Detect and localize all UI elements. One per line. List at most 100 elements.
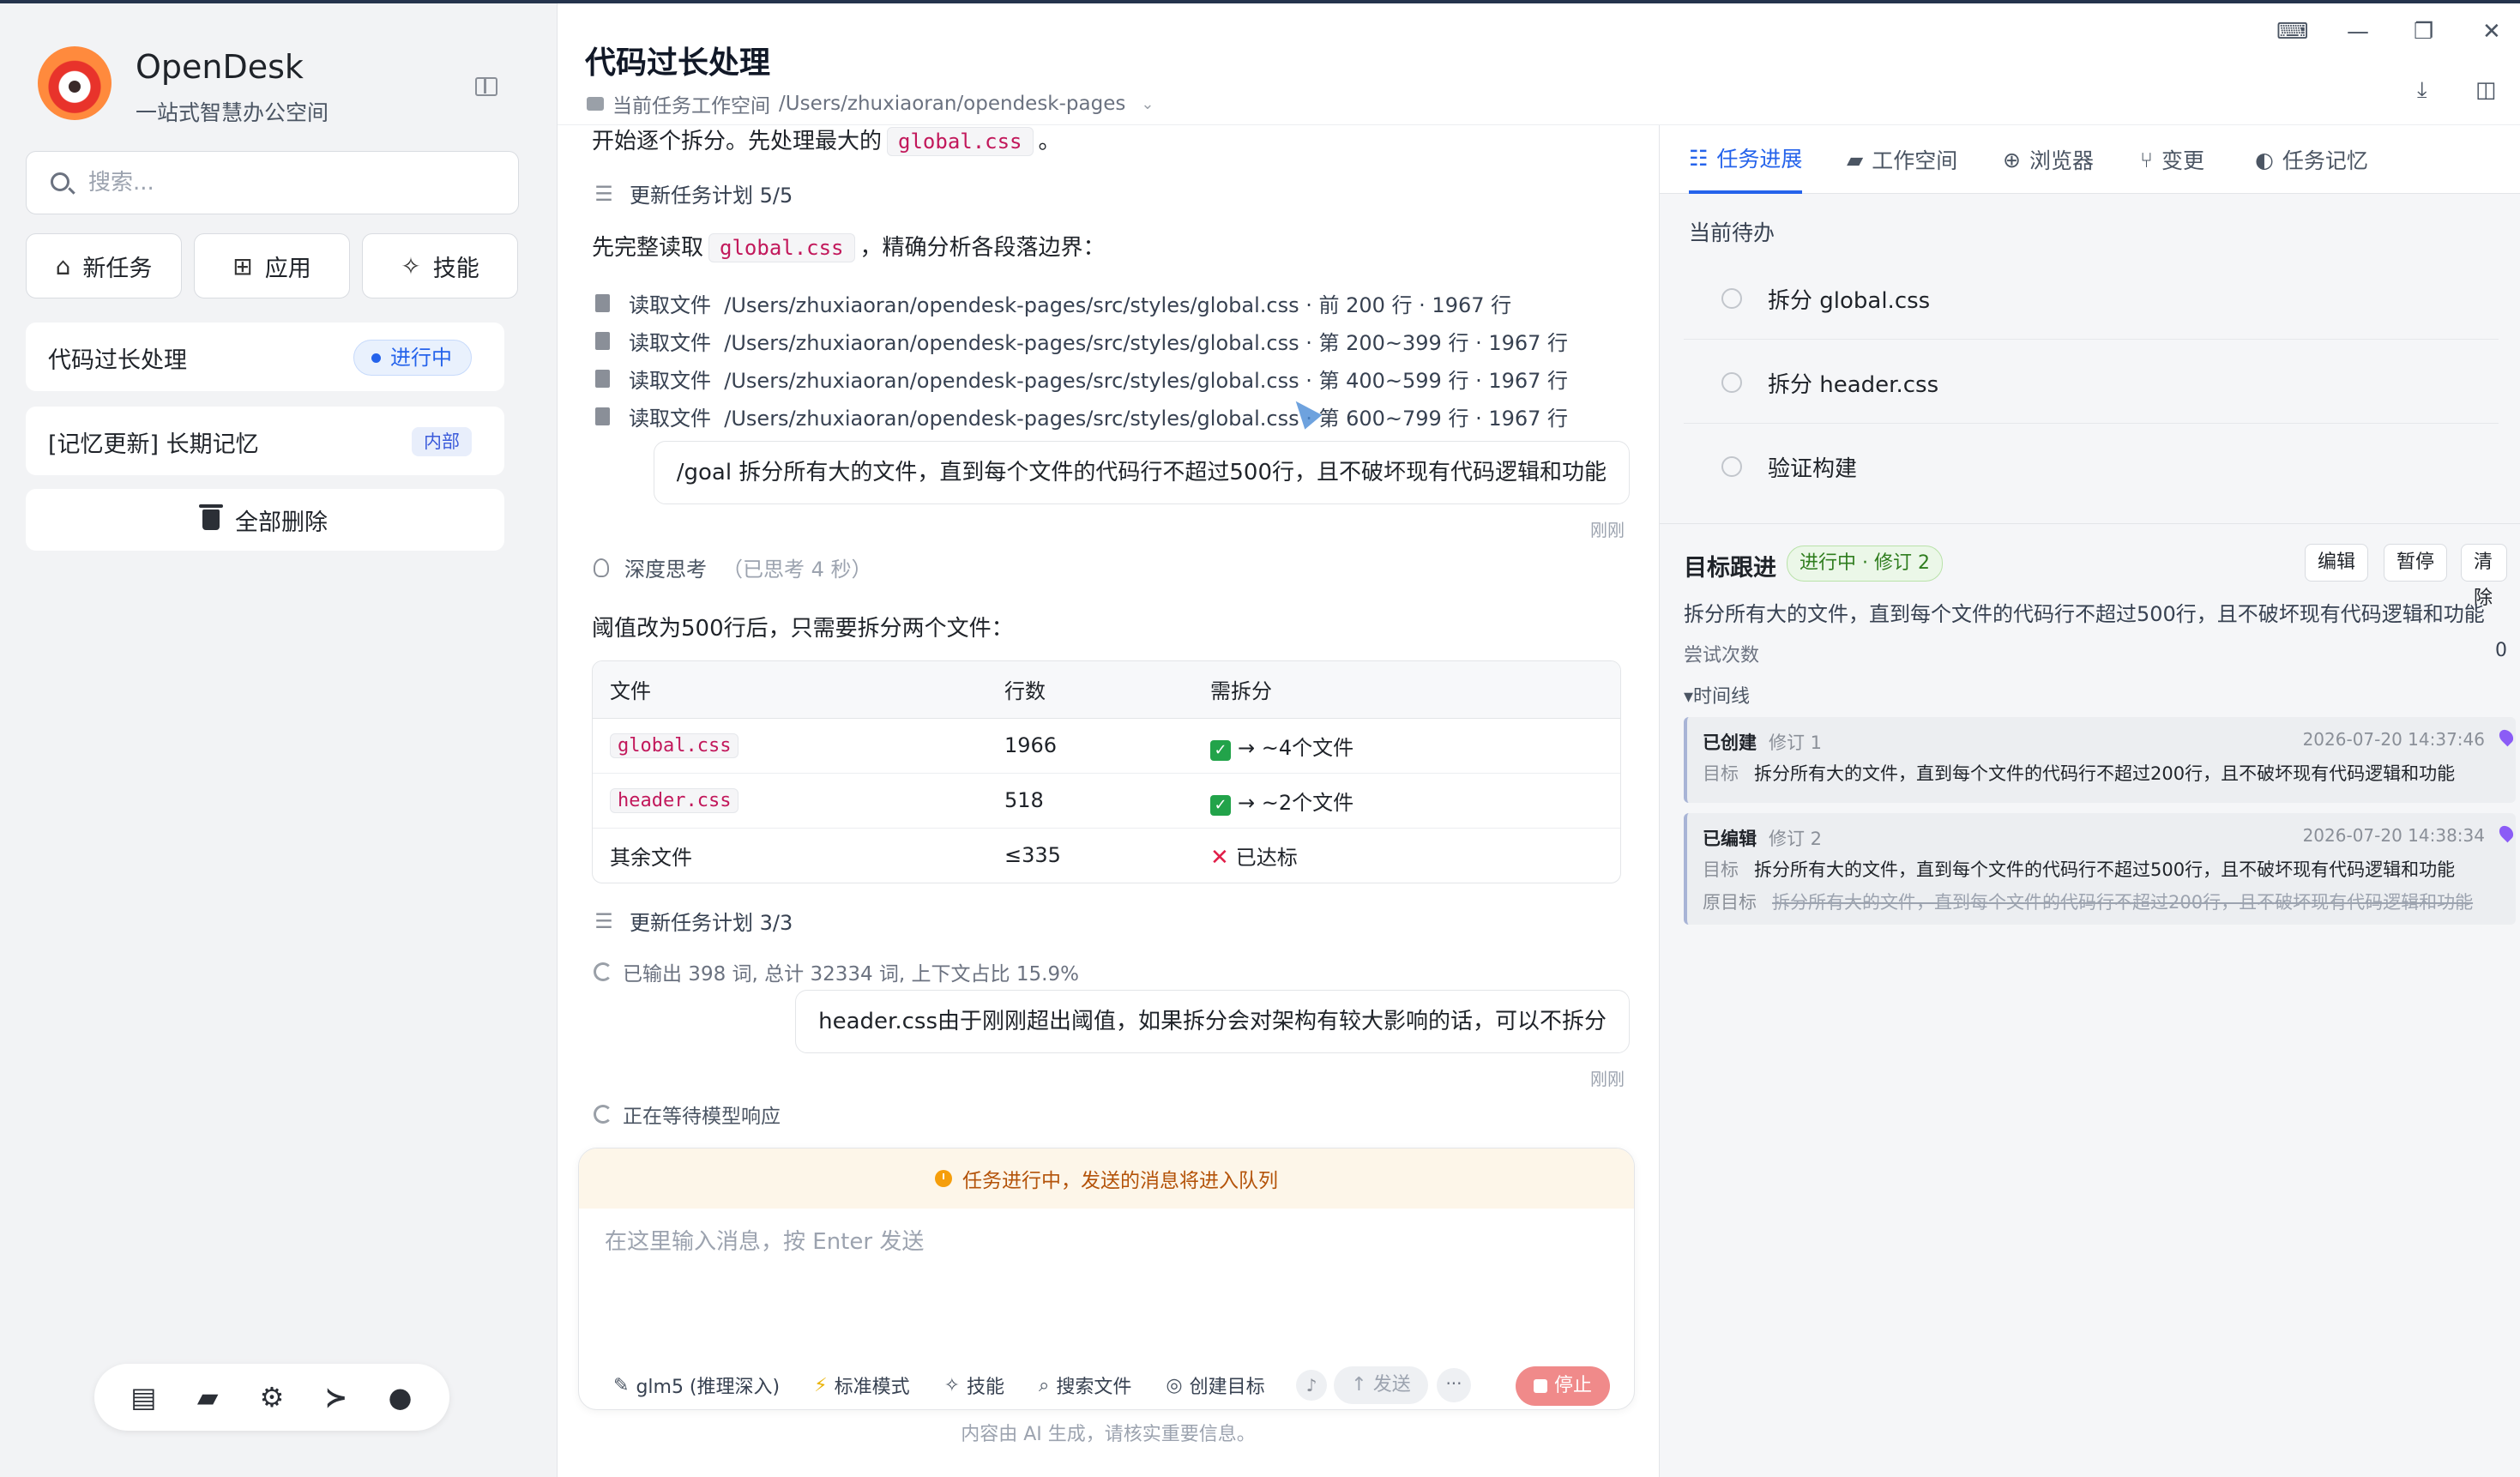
tab-label: 浏览器 bbox=[2029, 148, 2094, 173]
workspace-selector[interactable]: 当前任务工作空间 /Users/zhuxiaoran/opendesk-page… bbox=[587, 89, 1154, 118]
search-icon bbox=[51, 172, 69, 191]
todo-item[interactable]: 拆分 global.css bbox=[1684, 257, 2499, 340]
download-icon[interactable]: ⤓ bbox=[2417, 77, 2427, 104]
ai-disclaimer: 内容由 AI 生成，请核实重要信息。 bbox=[961, 1424, 1256, 1445]
stop-label: 停止 bbox=[1553, 1375, 1592, 1396]
send-button[interactable]: ↑ 发送 bbox=[1334, 1366, 1428, 1404]
tab-task-progress[interactable]: ☷ 任务进展 bbox=[1689, 125, 1803, 194]
clear-goal-button[interactable]: 清除 bbox=[2461, 544, 2507, 609]
todo-checkbox[interactable] bbox=[1721, 456, 1742, 477]
gear-icon[interactable]: ⚙ bbox=[255, 1380, 289, 1414]
plan-update-step[interactable]: ☰ 更新任务计划 3/3 bbox=[594, 906, 793, 936]
pause-goal-button[interactable]: 暂停 bbox=[2384, 544, 2448, 582]
file-read-step[interactable]: 读取文件 /Users/zhuxiaoran/opendesk-pages/sr… bbox=[595, 326, 1568, 356]
message-text: 开始逐个拆分。先处理最大的 bbox=[592, 129, 883, 154]
apps-button[interactable]: ⊞ 应用 bbox=[194, 233, 350, 298]
original-text: 拆分所有大的文件，直到每个文件的代码行不超过200行，且不破坏现有代码逻辑和功能 bbox=[1772, 892, 2474, 913]
task-item-memory-update[interactable]: [记忆更新] 长期记忆 内部 bbox=[26, 407, 504, 475]
mode-label: 标准模式 bbox=[834, 1377, 910, 1398]
stop-button[interactable]: 停止 bbox=[1516, 1366, 1610, 1406]
more-options-button[interactable]: ··· bbox=[1437, 1368, 1471, 1402]
terminal-icon[interactable]: ≻ bbox=[319, 1380, 353, 1414]
account-icon[interactable]: ● bbox=[383, 1380, 418, 1414]
search-files-label: 搜索文件 bbox=[1056, 1377, 1132, 1398]
search-files-button[interactable]: ⌕ 搜索文件 bbox=[1039, 1372, 1131, 1399]
plan-update-step[interactable]: ☰ 更新任务计划 5/5 bbox=[594, 178, 793, 208]
timeline-time: 2026-07-20 14:38:34 bbox=[2302, 825, 2485, 846]
table-header: 文件 bbox=[593, 661, 987, 719]
minimize-icon[interactable]: — bbox=[2347, 19, 2369, 45]
todo-checkbox[interactable] bbox=[1721, 372, 1742, 393]
timeline-toggle[interactable]: ▾时间线 bbox=[1684, 681, 1750, 708]
panel-toggle-icon[interactable]: ◫ bbox=[2475, 77, 2497, 103]
check-icon: ✓ bbox=[1210, 794, 1231, 816]
file-read-label: 读取文件 bbox=[629, 369, 711, 393]
chevron-down-icon: ⌄ bbox=[1141, 94, 1154, 113]
table-row: global.css 1966 ✓ → ~4个文件 bbox=[593, 718, 1620, 774]
brain-icon: ◐ bbox=[2255, 147, 2274, 172]
original-key: 原目标 bbox=[1703, 892, 1757, 913]
delete-all-button[interactable]: 全部删除 bbox=[26, 489, 504, 551]
search-input[interactable] bbox=[88, 164, 500, 202]
file-path: /Users/zhuxiaoran/opendesk-pages/src/sty… bbox=[724, 369, 1299, 393]
model-selector[interactable]: ✎ glm5 (推理深入) bbox=[613, 1372, 780, 1399]
mode-selector[interactable]: ⚡ 标准模式 bbox=[814, 1372, 909, 1399]
task-item-label: [记忆更新] 长期记忆 bbox=[48, 431, 259, 458]
folder-icon: ▰ bbox=[1847, 147, 1864, 172]
todo-item[interactable]: 验证构建 bbox=[1684, 425, 2499, 508]
table-header-row: 文件 行数 需拆分 bbox=[593, 661, 1620, 719]
goal-status-badge: 进行中 · 修订 2 bbox=[1787, 546, 1943, 582]
inline-code: global.css bbox=[708, 233, 855, 262]
table-row: 其余文件 ≤335 ✕ 已达标 bbox=[593, 828, 1620, 883]
new-task-button[interactable]: ⌂ 新任务 bbox=[26, 233, 182, 298]
tab-label: 任务进展 bbox=[1716, 147, 1803, 172]
file-read-step[interactable]: 读取文件 /Users/zhuxiaoran/opendesk-pages/sr… bbox=[595, 288, 1511, 318]
assistant-message: 阈值改为500行后，只需要拆分两个文件： bbox=[592, 616, 1014, 642]
microphone-icon[interactable]: ♪ bbox=[1296, 1370, 1327, 1401]
table-header: 需拆分 bbox=[1193, 661, 1620, 719]
assistant-message: 开始逐个拆分。先处理最大的 global.css。 bbox=[592, 125, 1061, 156]
search-box[interactable] bbox=[26, 151, 519, 214]
inline-code: header.css bbox=[610, 788, 739, 813]
dashboard-icon[interactable]: ▤ bbox=[126, 1380, 160, 1414]
tab-task-memory[interactable]: ◐ 任务记忆 bbox=[2255, 125, 2368, 194]
delete-all-label: 全部删除 bbox=[235, 509, 328, 536]
app-window: OpenDesk 一站式智慧办公空间 ⌂ 新任务 ⊞ 应用 ✧ 技能 代码过长处… bbox=[0, 0, 2520, 1477]
skills-selector[interactable]: ✧ 技能 bbox=[944, 1372, 1004, 1399]
todo-label: 验证构建 bbox=[1768, 456, 1858, 482]
folder-icon[interactable]: ▰ bbox=[190, 1380, 225, 1414]
todo-checkbox[interactable] bbox=[1721, 288, 1742, 309]
restore-icon[interactable]: ❐ bbox=[2414, 19, 2433, 45]
file-read-step[interactable]: 读取文件 /Users/zhuxiaoran/opendesk-pages/sr… bbox=[595, 401, 1568, 431]
edit-goal-button[interactable]: 编辑 bbox=[2305, 544, 2369, 582]
close-icon[interactable]: ✕ bbox=[2482, 19, 2501, 45]
create-goal-button[interactable]: ◎ 创建目标 bbox=[1166, 1372, 1264, 1399]
timeline-action: 已编辑 bbox=[1703, 829, 1757, 849]
todo-item[interactable]: 拆分 header.css bbox=[1684, 341, 2499, 424]
table-cell-lines: 1966 bbox=[987, 718, 1193, 774]
keyboard-icon[interactable]: ⌨ bbox=[2276, 19, 2309, 45]
user-message-bubble: header.css由于刚刚超出阈值，如果拆分会对架构有较大影响的话，可以不拆分 bbox=[795, 990, 1630, 1053]
loading-spinner-icon bbox=[594, 1105, 612, 1124]
table-cell-split: ✕ 已达标 bbox=[1193, 828, 1620, 883]
table-cell-lines: ≤335 bbox=[1004, 843, 1061, 868]
checklist-icon: ☰ bbox=[594, 908, 613, 933]
table-cell-lines: 518 bbox=[987, 773, 1193, 829]
message-input[interactable] bbox=[605, 1224, 1608, 1301]
status-badge-internal: 内部 bbox=[412, 427, 472, 456]
tab-label: 变更 bbox=[2161, 148, 2205, 173]
thinking-step[interactable]: 深度思考 （已思考 4 秒） bbox=[594, 552, 872, 582]
message-text: 。 bbox=[1038, 129, 1061, 154]
target-text: 拆分所有大的文件，直到每个文件的代码行不超过200行，且不破坏现有代码逻辑和功能 bbox=[1754, 763, 2456, 784]
tab-browser[interactable]: ⊕ 浏览器 bbox=[2003, 125, 2094, 194]
skills-button[interactable]: ✧ 技能 bbox=[362, 233, 518, 298]
timeline-entry: 已创建 修订 1 2026-07-20 14:37:46 目标 拆分所有大的文件，直… bbox=[1684, 717, 2517, 803]
tab-workspace[interactable]: ▰ 工作空间 bbox=[1847, 125, 1957, 194]
create-goal-label: 创建目标 bbox=[1189, 1377, 1265, 1398]
tab-changes[interactable]: ⑂ 变更 bbox=[2140, 125, 2204, 194]
task-item-code-too-long[interactable]: 代码过长处理 进行中 bbox=[26, 323, 504, 391]
waiting-status: 正在等待模型响应 bbox=[594, 1100, 781, 1129]
file-read-step[interactable]: 读取文件 /Users/zhuxiaoran/opendesk-pages/sr… bbox=[595, 364, 1568, 394]
sidebar-collapse-icon[interactable] bbox=[475, 77, 497, 96]
check-icon: ✓ bbox=[1210, 739, 1231, 761]
